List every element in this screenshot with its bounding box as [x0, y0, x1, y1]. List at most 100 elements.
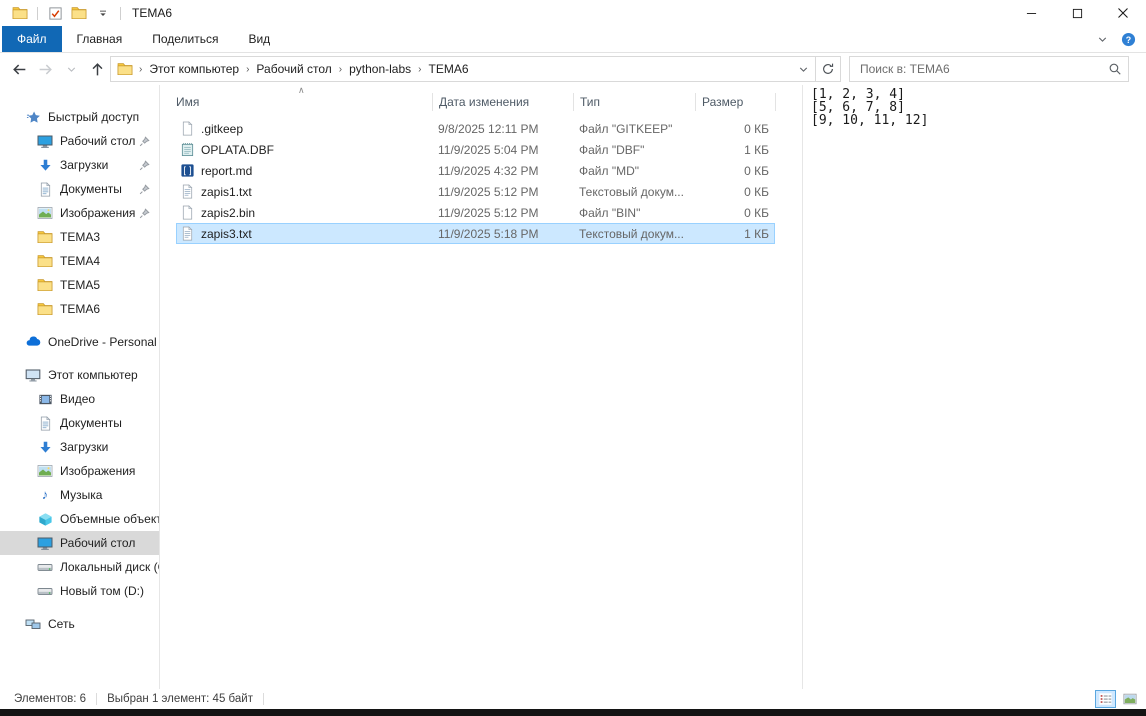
forward-button[interactable]	[32, 56, 58, 82]
sidebar-item[interactable]: ♪ Музыка	[0, 483, 159, 507]
titlebar: ТЕМА6	[0, 0, 1146, 26]
back-button[interactable]	[6, 56, 32, 82]
file-date: 11/9/2025 4:32 PM	[432, 164, 573, 178]
sidebar-item-label: Музыка	[60, 488, 102, 502]
sidebar-item[interactable]: Сеть	[0, 612, 159, 636]
refresh-button[interactable]	[815, 56, 841, 82]
close-button[interactable]	[1100, 0, 1146, 26]
svg-text:[]: []	[181, 166, 192, 177]
items-count-label: Элементов: 6	[14, 693, 86, 705]
file-type: Файл "GITKEEP"	[573, 122, 695, 136]
address-bar[interactable]: › Этот компьютер›Рабочий стол›python-lab…	[110, 56, 816, 82]
sidebar-item[interactable]: Видео	[0, 387, 159, 411]
folder-icon	[37, 277, 53, 293]
breadcrumb-segment[interactable]: ТЕМА6	[424, 62, 472, 76]
file-rows: .gitkeep9/8/2025 12:11 PMФайл "GITKEEP"0…	[176, 118, 775, 244]
breadcrumb-segment[interactable]: python-labs	[345, 62, 415, 76]
search-input[interactable]	[858, 61, 1108, 77]
folder-icon	[37, 253, 53, 269]
column-header[interactable]: Дата изменения	[432, 93, 573, 111]
network-icon	[25, 616, 41, 632]
ribbon-tab-label: Файл	[17, 32, 47, 46]
breadcrumb-separator: ›	[136, 64, 145, 75]
sidebar-item[interactable]: Изображения	[0, 459, 159, 483]
sidebar-item[interactable]: Объемные объекты	[0, 507, 159, 531]
explorer-window: ТЕМА6 Файл Главная Поделиться Вид ? › Этот …	[0, 0, 1146, 716]
sidebar-item-label: Загрузки	[60, 440, 108, 454]
maximize-button[interactable]	[1054, 0, 1100, 26]
ribbon-tab-label: Поделиться	[152, 32, 218, 46]
breadcrumb-separator[interactable]: ›	[415, 64, 424, 75]
sidebar-item[interactable]: ТЕМА3	[0, 225, 159, 249]
search-icon[interactable]	[1108, 62, 1122, 76]
up-button[interactable]	[84, 56, 110, 82]
breadcrumb-segment[interactable]: Этот компьютер	[145, 62, 243, 76]
sidebar-item-label: ТЕМА3	[60, 230, 100, 244]
pin-icon[interactable]	[137, 158, 151, 172]
breadcrumb-separator[interactable]: ›	[243, 64, 252, 75]
address-dropdown-chevron-icon[interactable]	[793, 57, 813, 81]
file-name: .gitkeep	[201, 122, 243, 136]
file-list-pane: ∧ ИмяДата измененияТипРазмер .gitkeep9/8…	[160, 85, 802, 689]
ribbon-right-controls: ?	[1096, 26, 1136, 52]
sidebar-item-label: Рабочий стол	[60, 536, 135, 550]
qat-customize-chevron-icon[interactable]	[95, 5, 111, 21]
column-header-row: ИмяДата измененияТипРазмер	[160, 85, 802, 118]
properties-check-icon[interactable]	[47, 5, 63, 21]
pin-icon[interactable]	[137, 182, 151, 196]
ribbon-tab[interactable]: Главная	[62, 26, 138, 52]
file-row[interactable]: zapis3.txt11/9/2025 5:18 PMТекстовый док…	[176, 223, 775, 244]
sidebar-item-label: Рабочий стол	[60, 134, 135, 148]
sidebar-item-label: Изображения	[60, 464, 135, 478]
sidebar-item[interactable]: ТЕМА4	[0, 249, 159, 273]
breadcrumb-separator[interactable]: ›	[336, 64, 345, 75]
sidebar-item[interactable]: Загрузки	[0, 153, 159, 177]
file-row[interactable]: OPLATA.DBF11/9/2025 5:04 PMФайл "DBF"1 К…	[176, 139, 775, 160]
sidebar-item[interactable]: Быстрый доступ	[0, 105, 159, 129]
picture-icon	[37, 205, 53, 221]
sidebar-item[interactable]: ТЕМА6	[0, 297, 159, 321]
new-folder-icon[interactable]	[71, 5, 87, 21]
help-icon[interactable]: ?	[1121, 32, 1136, 47]
file-row[interactable]: []report.md11/9/2025 4:32 PMФайл "MD"0 К…	[176, 160, 775, 181]
sidebar-item[interactable]: Этот компьютер	[0, 363, 159, 387]
sidebar-item[interactable]: ТЕМА5	[0, 273, 159, 297]
file-row[interactable]: zapis1.txt11/9/2025 5:12 PMТекстовый док…	[176, 181, 775, 202]
column-header-end	[775, 93, 776, 111]
sidebar-item-label: Видео	[60, 392, 95, 406]
sidebar-item[interactable]: Рабочий стол	[0, 531, 159, 555]
sidebar-item[interactable]: Рабочий стол	[0, 129, 159, 153]
recent-locations-chevron-icon[interactable]	[58, 56, 84, 82]
music-icon: ♪	[37, 487, 53, 503]
view-details-button[interactable]	[1095, 690, 1116, 708]
sidebar-item[interactable]: Новый том (D:)	[0, 579, 159, 603]
ribbon-tab[interactable]: Файл	[2, 26, 62, 52]
cloud-icon	[25, 334, 41, 350]
file-row[interactable]: .gitkeep9/8/2025 12:11 PMФайл "GITKEEP"0…	[176, 118, 775, 139]
sidebar-item[interactable]: Загрузки	[0, 435, 159, 459]
column-header[interactable]: Тип	[573, 93, 695, 111]
navigation-bar: › Этот компьютер›Рабочий стол›python-lab…	[0, 53, 1146, 85]
expand-ribbon-chevron-icon[interactable]	[1096, 33, 1109, 46]
search-box	[849, 56, 1129, 82]
column-header[interactable]: Имя	[160, 93, 432, 111]
sort-ascending-icon: ∧	[298, 85, 305, 95]
column-header[interactable]: Размер	[695, 93, 775, 111]
view-toggle-buttons	[1095, 689, 1140, 709]
ribbon-tab[interactable]: Вид	[233, 26, 285, 52]
minimize-button[interactable]	[1008, 0, 1054, 26]
file-row[interactable]: zapis2.bin11/9/2025 5:12 PMФайл "BIN"0 К…	[176, 202, 775, 223]
breadcrumb-segment[interactable]: Рабочий стол	[252, 62, 335, 76]
sidebar-item[interactable]: OneDrive - Personal	[0, 330, 159, 354]
pin-icon[interactable]	[137, 206, 151, 220]
sidebar-item[interactable]: Документы	[0, 177, 159, 201]
file-type: Файл "MD"	[573, 164, 695, 178]
ribbon-tab[interactable]: Поделиться	[137, 26, 233, 52]
pin-icon[interactable]	[137, 134, 151, 148]
sidebar-item[interactable]: Изображения	[0, 201, 159, 225]
file-date: 11/9/2025 5:12 PM	[432, 206, 573, 220]
sidebar-item[interactable]: Локальный диск (C:)	[0, 555, 159, 579]
view-thumbnails-button[interactable]	[1119, 690, 1140, 708]
drive-icon	[37, 583, 53, 599]
sidebar-item[interactable]: Документы	[0, 411, 159, 435]
